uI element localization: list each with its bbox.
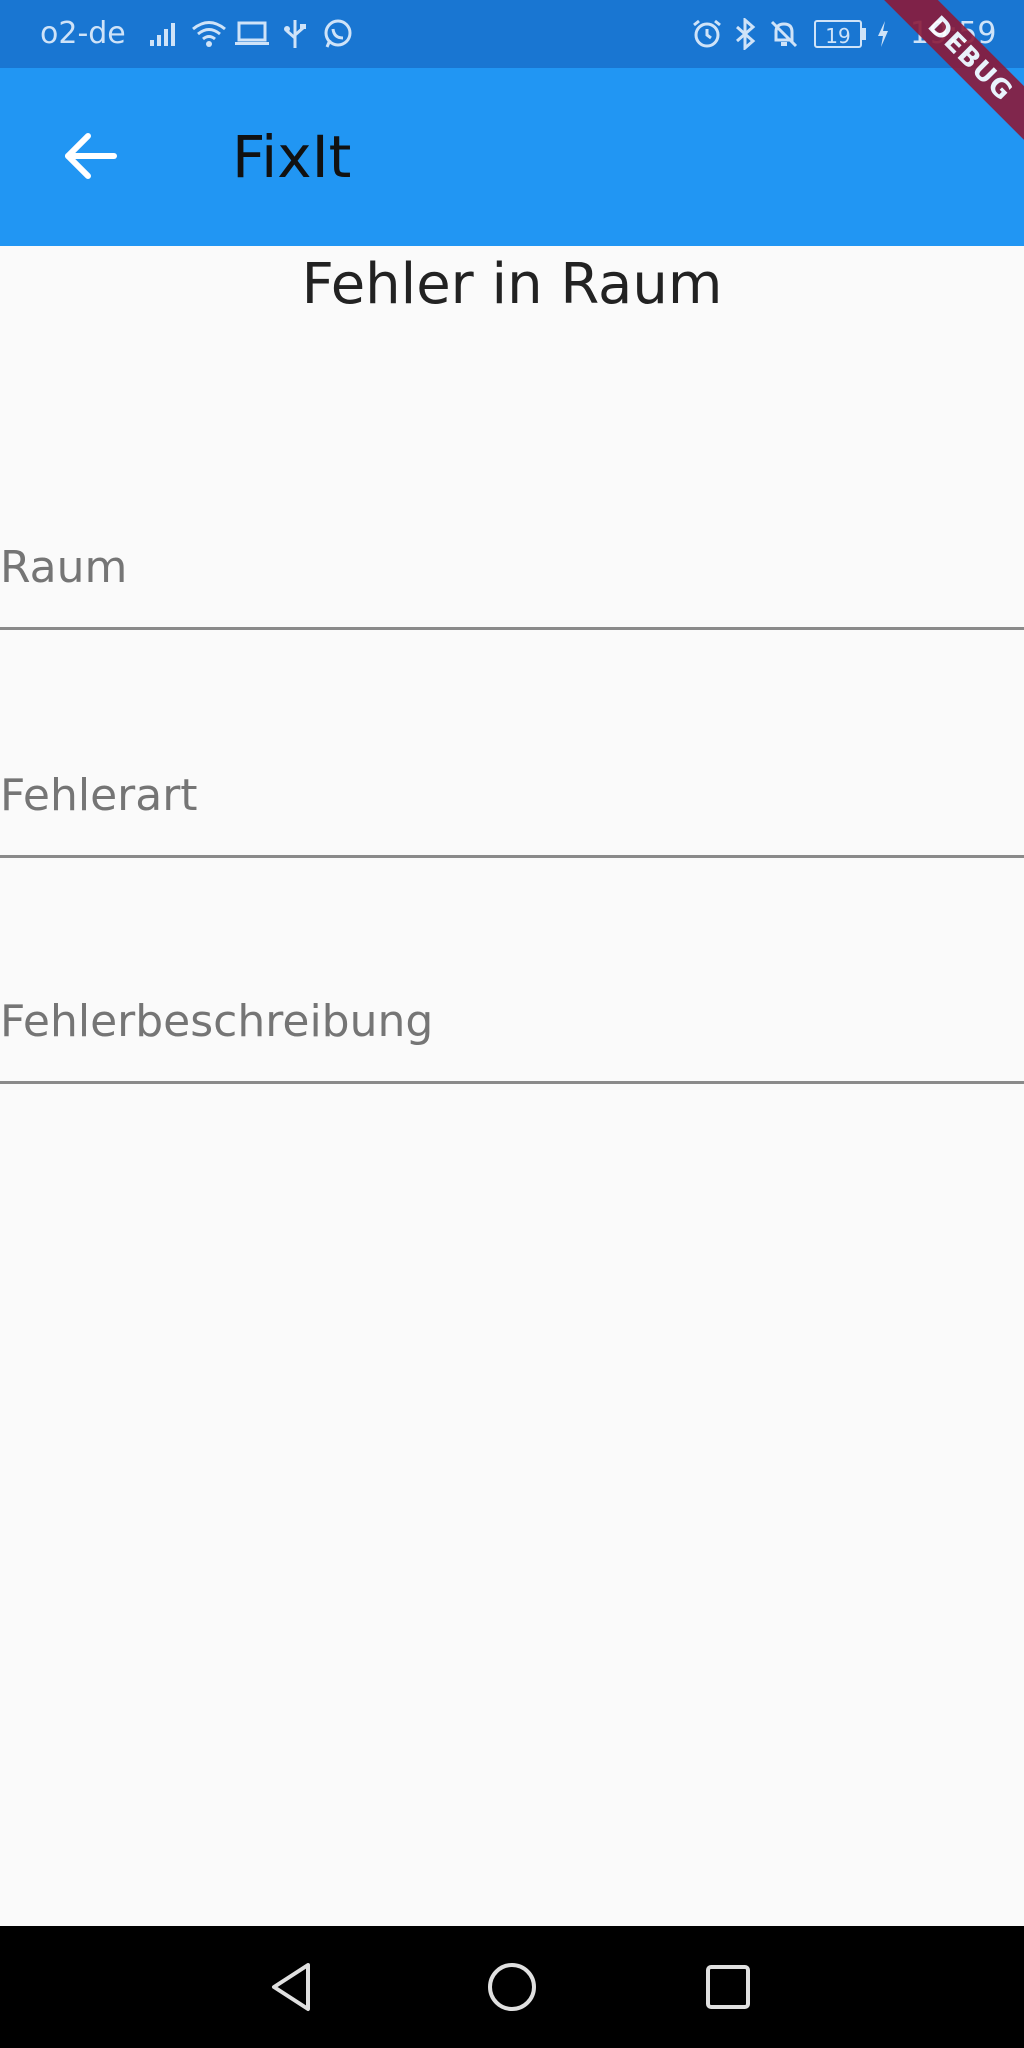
raum-field-label: Raum	[0, 542, 128, 593]
raum-field[interactable]: Raum	[0, 510, 1024, 630]
page-title: Fehler in Raum	[301, 252, 723, 317]
carrier-name: o2-de	[40, 16, 126, 51]
fehlerart-field[interactable]: Fehlerart	[0, 738, 1024, 858]
nav-back-button[interactable]	[262, 1957, 322, 2017]
screen: o2-de 19 19:59 FixIt DEBUG Fehler in Rau…	[0, 0, 1024, 2048]
arrow-back-icon	[65, 133, 117, 179]
app-title: FixIt	[232, 123, 352, 191]
laptop-icon	[234, 14, 270, 54]
recents-square-icon	[706, 1965, 750, 2009]
status-time: 19:59	[910, 16, 997, 51]
navigation-bar	[0, 1926, 1024, 2048]
alarm-icon	[690, 14, 724, 54]
fehlerbeschreibung-field[interactable]: Fehlerbeschreibung	[0, 964, 1024, 1084]
status-bar: o2-de 19 19:59	[0, 0, 1024, 68]
wifi-icon	[190, 14, 228, 54]
nav-recents-button[interactable]	[698, 1957, 758, 2017]
whatsapp-icon	[320, 14, 356, 54]
fehlerart-field-label: Fehlerart	[0, 770, 198, 821]
bluetooth-icon	[730, 14, 760, 54]
home-circle-icon	[488, 1963, 536, 2011]
battery-nub	[862, 28, 866, 40]
bell-off-icon	[766, 14, 802, 54]
nav-home-button[interactable]	[482, 1957, 542, 2017]
app-bar: FixIt	[0, 68, 1024, 246]
charging-icon	[872, 14, 894, 54]
signal-icon	[148, 14, 180, 54]
back-button[interactable]	[50, 116, 130, 196]
usb-icon	[280, 14, 310, 54]
battery-icon: 19	[814, 20, 862, 48]
back-triangle-icon	[272, 1963, 310, 2011]
fehlerbeschreibung-field-label: Fehlerbeschreibung	[0, 996, 434, 1047]
